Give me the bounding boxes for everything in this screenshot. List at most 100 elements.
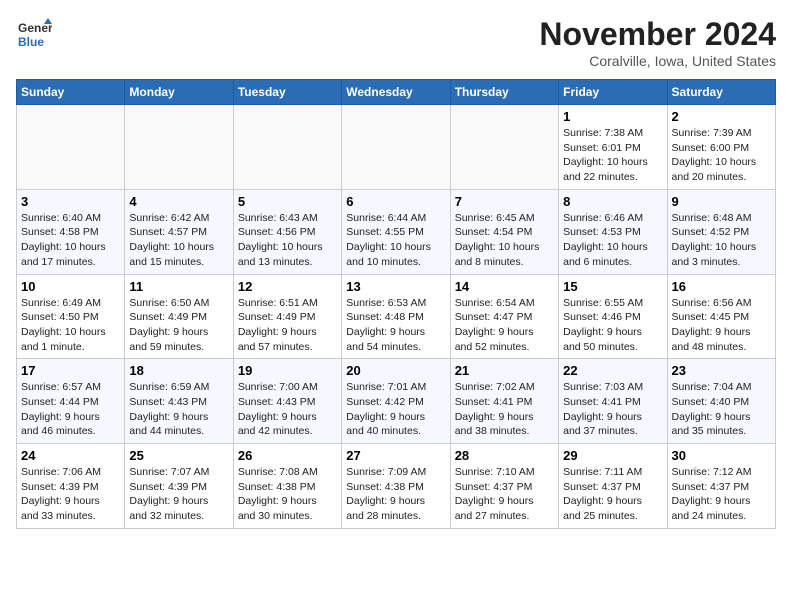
day-info: Sunrise: 7:39 AM Sunset: 6:00 PM Dayligh… bbox=[672, 126, 771, 185]
day-cell: 11 Sunrise: 6:50 AM Sunset: 4:49 PM Dayli… bbox=[125, 274, 233, 359]
day-number: 30 bbox=[672, 448, 771, 463]
day-number: 27 bbox=[346, 448, 445, 463]
day-cell: 4 Sunrise: 6:42 AM Sunset: 4:57 PM Daylig… bbox=[125, 189, 233, 274]
day-info: Sunrise: 6:42 AM Sunset: 4:57 PM Dayligh… bbox=[129, 211, 228, 270]
day-number: 18 bbox=[129, 363, 228, 378]
day-number: 20 bbox=[346, 363, 445, 378]
day-number: 8 bbox=[563, 194, 662, 209]
day-number: 25 bbox=[129, 448, 228, 463]
day-info: Sunrise: 6:57 AM Sunset: 4:44 PM Dayligh… bbox=[21, 380, 120, 439]
title-area: November 2024 Coralville, Iowa, United S… bbox=[539, 16, 776, 69]
weekday-header-friday: Friday bbox=[559, 80, 667, 105]
day-cell bbox=[125, 105, 233, 190]
day-cell: 7Sunrise: 6:45 AM Sunset: 4:54 PM Daylig… bbox=[450, 189, 558, 274]
day-cell: 17Sunrise: 6:57 AM Sunset: 4:44 PM Dayli… bbox=[17, 359, 125, 444]
svg-text:Blue: Blue bbox=[18, 35, 44, 49]
day-info: Sunrise: 7:01 AM Sunset: 4:42 PM Dayligh… bbox=[346, 380, 445, 439]
day-number: 14 bbox=[455, 279, 554, 294]
day-cell: 9 Sunrise: 6:48 AM Sunset: 4:52 PM Daylig… bbox=[667, 189, 775, 274]
day-cell: 15Sunrise: 6:55 AM Sunset: 4:46 PM Dayli… bbox=[559, 274, 667, 359]
weekday-header-saturday: Saturday bbox=[667, 80, 775, 105]
day-info: Sunrise: 6:51 AM Sunset: 4:49 PM Dayligh… bbox=[238, 296, 337, 355]
week-row-1: 1 Sunrise: 7:38 AM Sunset: 6:01 PM Daylig… bbox=[17, 105, 776, 190]
day-cell: 3 Sunrise: 6:40 AM Sunset: 4:58 PM Daylig… bbox=[17, 189, 125, 274]
day-info: Sunrise: 7:11 AM Sunset: 4:37 PM Dayligh… bbox=[563, 465, 662, 524]
day-number: 28 bbox=[455, 448, 554, 463]
day-number: 1 bbox=[563, 109, 662, 124]
day-info: Sunrise: 6:50 AM Sunset: 4:49 PM Dayligh… bbox=[129, 296, 228, 355]
day-number: 9 bbox=[672, 194, 771, 209]
day-number: 3 bbox=[21, 194, 120, 209]
day-cell: 28 Sunrise: 7:10 AM Sunset: 4:37 PM Dayli… bbox=[450, 444, 558, 529]
day-cell: 30 Sunrise: 7:12 AM Sunset: 4:37 PM Dayli… bbox=[667, 444, 775, 529]
weekday-header-tuesday: Tuesday bbox=[233, 80, 341, 105]
day-info: Sunrise: 7:07 AM Sunset: 4:39 PM Dayligh… bbox=[129, 465, 228, 524]
day-cell: 14 Sunrise: 6:54 AM Sunset: 4:47 PM Dayli… bbox=[450, 274, 558, 359]
day-info: Sunrise: 7:02 AM Sunset: 4:41 PM Dayligh… bbox=[455, 380, 554, 439]
day-cell: 24Sunrise: 7:06 AM Sunset: 4:39 PM Dayli… bbox=[17, 444, 125, 529]
day-cell: 27Sunrise: 7:09 AM Sunset: 4:38 PM Dayli… bbox=[342, 444, 450, 529]
day-cell: 20 Sunrise: 7:01 AM Sunset: 4:42 PM Dayli… bbox=[342, 359, 450, 444]
day-cell bbox=[17, 105, 125, 190]
day-number: 22 bbox=[563, 363, 662, 378]
day-cell: 26 Sunrise: 7:08 AM Sunset: 4:38 PM Dayli… bbox=[233, 444, 341, 529]
day-info: Sunrise: 7:12 AM Sunset: 4:37 PM Dayligh… bbox=[672, 465, 771, 524]
day-number: 19 bbox=[238, 363, 337, 378]
week-row-3: 10Sunrise: 6:49 AM Sunset: 4:50 PM Dayli… bbox=[17, 274, 776, 359]
day-cell: 12Sunrise: 6:51 AM Sunset: 4:49 PM Dayli… bbox=[233, 274, 341, 359]
day-info: Sunrise: 7:04 AM Sunset: 4:40 PM Dayligh… bbox=[672, 380, 771, 439]
day-number: 21 bbox=[455, 363, 554, 378]
day-number: 4 bbox=[129, 194, 228, 209]
day-cell: 16 Sunrise: 6:56 AM Sunset: 4:45 PM Dayli… bbox=[667, 274, 775, 359]
day-info: Sunrise: 6:49 AM Sunset: 4:50 PM Dayligh… bbox=[21, 296, 120, 355]
day-number: 23 bbox=[672, 363, 771, 378]
location-title: Coralville, Iowa, United States bbox=[539, 53, 776, 69]
day-info: Sunrise: 6:48 AM Sunset: 4:52 PM Dayligh… bbox=[672, 211, 771, 270]
day-info: Sunrise: 6:40 AM Sunset: 4:58 PM Dayligh… bbox=[21, 211, 120, 270]
day-info: Sunrise: 7:00 AM Sunset: 4:43 PM Dayligh… bbox=[238, 380, 337, 439]
day-cell: 19 Sunrise: 7:00 AM Sunset: 4:43 PM Dayli… bbox=[233, 359, 341, 444]
day-cell: 18 Sunrise: 6:59 AM Sunset: 4:43 PM Dayli… bbox=[125, 359, 233, 444]
day-cell: 8 Sunrise: 6:46 AM Sunset: 4:53 PM Daylig… bbox=[559, 189, 667, 274]
day-cell bbox=[342, 105, 450, 190]
day-cell: 23 Sunrise: 7:04 AM Sunset: 4:40 PM Dayli… bbox=[667, 359, 775, 444]
day-cell: 13Sunrise: 6:53 AM Sunset: 4:48 PM Dayli… bbox=[342, 274, 450, 359]
day-info: Sunrise: 6:53 AM Sunset: 4:48 PM Dayligh… bbox=[346, 296, 445, 355]
day-info: Sunrise: 6:54 AM Sunset: 4:47 PM Dayligh… bbox=[455, 296, 554, 355]
day-number: 2 bbox=[672, 109, 771, 124]
day-info: Sunrise: 6:43 AM Sunset: 4:56 PM Dayligh… bbox=[238, 211, 337, 270]
day-cell: 5 Sunrise: 6:43 AM Sunset: 4:56 PM Daylig… bbox=[233, 189, 341, 274]
day-cell: 2 Sunrise: 7:39 AM Sunset: 6:00 PM Daylig… bbox=[667, 105, 775, 190]
day-cell: 25 Sunrise: 7:07 AM Sunset: 4:39 PM Dayli… bbox=[125, 444, 233, 529]
day-number: 26 bbox=[238, 448, 337, 463]
logo: General Blue bbox=[16, 16, 52, 52]
day-number: 16 bbox=[672, 279, 771, 294]
weekday-header-thursday: Thursday bbox=[450, 80, 558, 105]
day-number: 15 bbox=[563, 279, 662, 294]
day-info: Sunrise: 7:10 AM Sunset: 4:37 PM Dayligh… bbox=[455, 465, 554, 524]
day-number: 11 bbox=[129, 279, 228, 294]
day-number: 6 bbox=[346, 194, 445, 209]
day-cell bbox=[450, 105, 558, 190]
day-cell: 29 Sunrise: 7:11 AM Sunset: 4:37 PM Dayli… bbox=[559, 444, 667, 529]
day-cell: 6Sunrise: 6:44 AM Sunset: 4:55 PM Daylig… bbox=[342, 189, 450, 274]
week-row-2: 3 Sunrise: 6:40 AM Sunset: 4:58 PM Daylig… bbox=[17, 189, 776, 274]
day-number: 29 bbox=[563, 448, 662, 463]
month-title: November 2024 bbox=[539, 16, 776, 53]
weekday-header-sunday: Sunday bbox=[17, 80, 125, 105]
day-number: 5 bbox=[238, 194, 337, 209]
week-row-4: 17Sunrise: 6:57 AM Sunset: 4:44 PM Dayli… bbox=[17, 359, 776, 444]
day-info: Sunrise: 7:08 AM Sunset: 4:38 PM Dayligh… bbox=[238, 465, 337, 524]
day-info: Sunrise: 6:46 AM Sunset: 4:53 PM Dayligh… bbox=[563, 211, 662, 270]
day-info: Sunrise: 6:56 AM Sunset: 4:45 PM Dayligh… bbox=[672, 296, 771, 355]
day-cell: 21 Sunrise: 7:02 AM Sunset: 4:41 PM Dayli… bbox=[450, 359, 558, 444]
day-info: Sunrise: 7:03 AM Sunset: 4:41 PM Dayligh… bbox=[563, 380, 662, 439]
day-cell bbox=[233, 105, 341, 190]
day-info: Sunrise: 6:59 AM Sunset: 4:43 PM Dayligh… bbox=[129, 380, 228, 439]
day-cell: 10Sunrise: 6:49 AM Sunset: 4:50 PM Dayli… bbox=[17, 274, 125, 359]
day-cell: 22 Sunrise: 7:03 AM Sunset: 4:41 PM Dayli… bbox=[559, 359, 667, 444]
day-cell: 1 Sunrise: 7:38 AM Sunset: 6:01 PM Daylig… bbox=[559, 105, 667, 190]
weekday-header-row: SundayMondayTuesdayWednesdayThursdayFrid… bbox=[17, 80, 776, 105]
day-info: Sunrise: 7:38 AM Sunset: 6:01 PM Dayligh… bbox=[563, 126, 662, 185]
logo-icon: General Blue bbox=[16, 16, 52, 52]
